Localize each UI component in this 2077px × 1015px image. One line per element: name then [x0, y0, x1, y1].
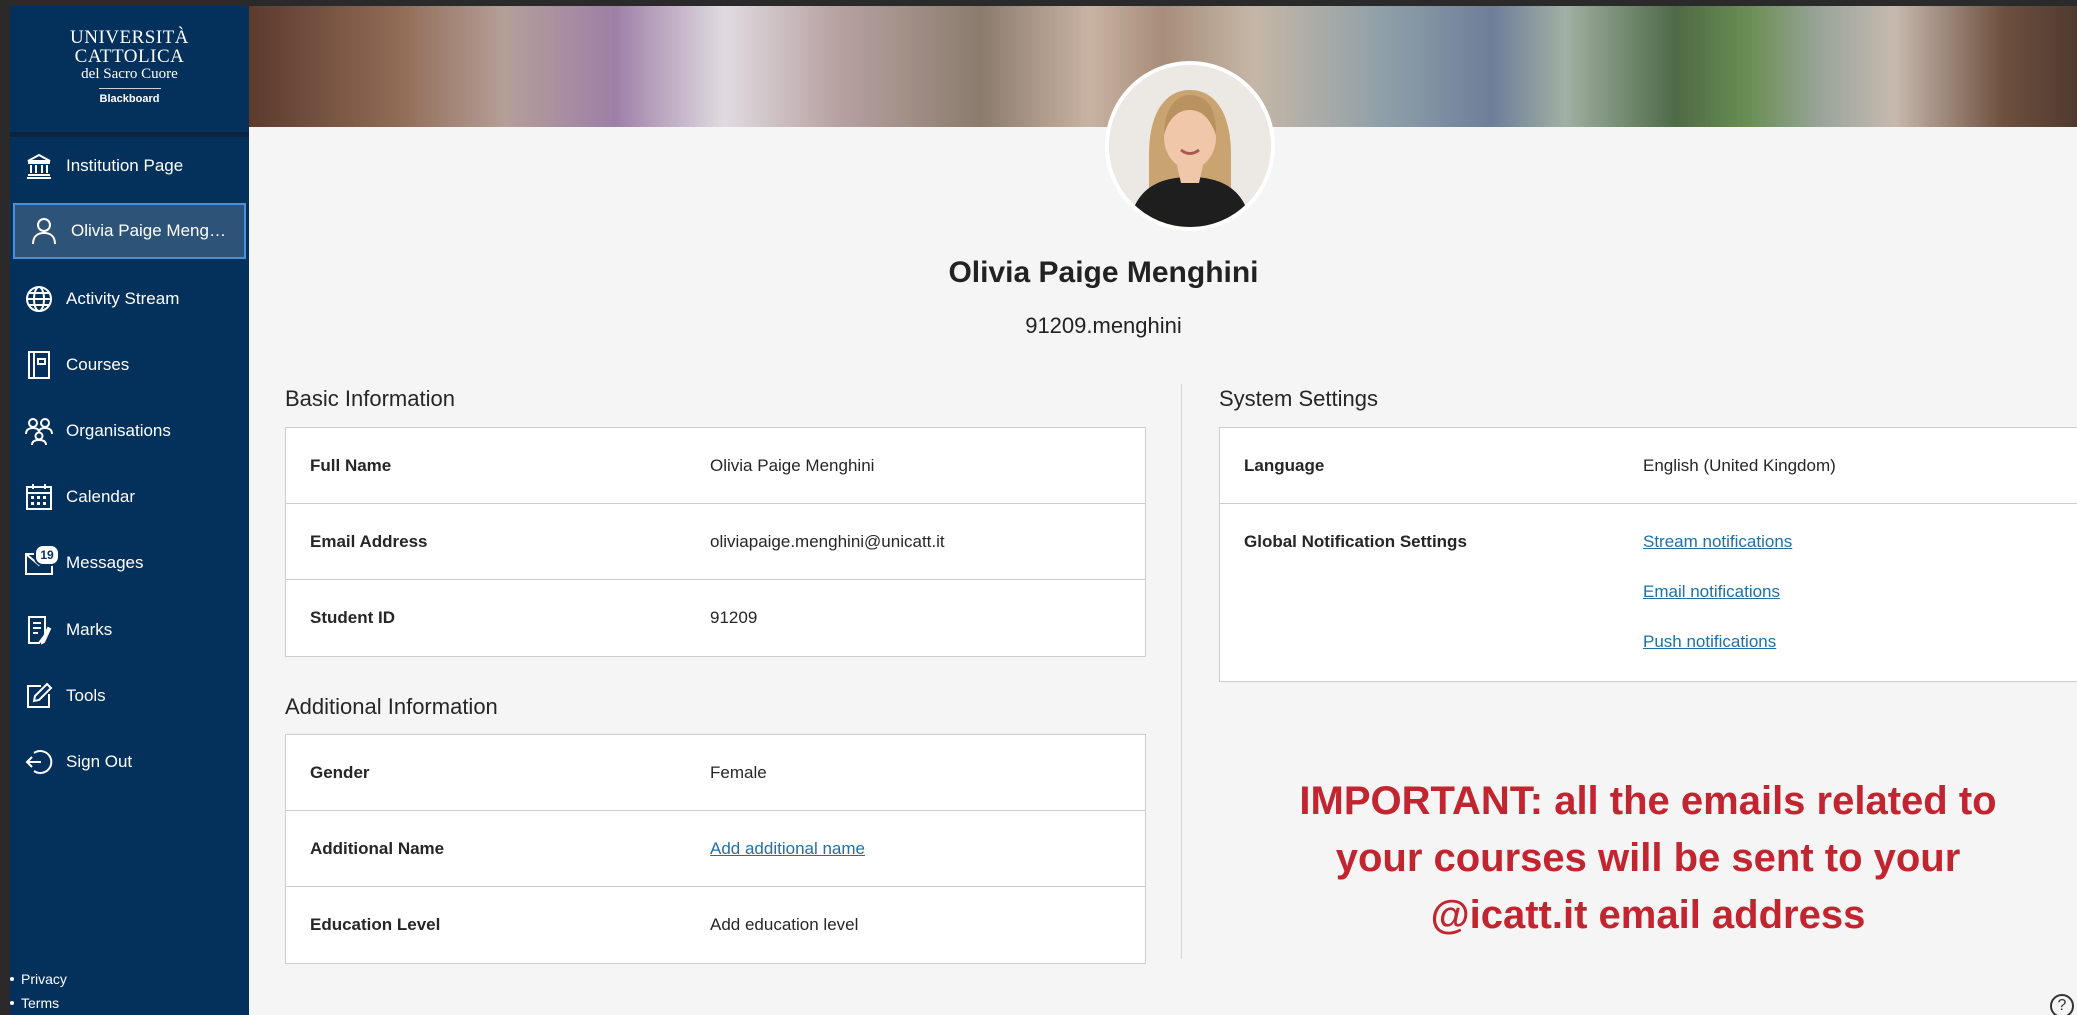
envelope-icon: 19	[22, 544, 60, 580]
language-value: English (United Kingdom)	[1643, 456, 1836, 475]
sidebar-item-marks[interactable]: Marks	[10, 605, 249, 655]
sidebar: UNIVERSITÀ CATTOLICA del Sacro Cuore Bla…	[10, 6, 249, 1015]
courses-icon	[22, 348, 56, 382]
email-value: oliviapaige.menghini@unicatt.it	[710, 532, 945, 551]
unread-count-badge: 19	[34, 544, 60, 566]
sidebar-item-label: Sign Out	[66, 752, 133, 771]
sign-out-icon	[22, 745, 56, 779]
sidebar-item-sign-out[interactable]: Sign Out	[10, 737, 249, 787]
system-settings-heading: System Settings	[1219, 386, 1378, 411]
add-additional-name-link[interactable]: Add additional name	[710, 839, 865, 859]
additional-information-heading: Additional Information	[285, 694, 498, 719]
profile-full-name: Olivia Paige Menghini	[948, 256, 1259, 289]
notice-line-3: @icatt.it email address	[1430, 893, 1866, 937]
sidebar-item-calendar[interactable]: Calendar	[10, 472, 249, 522]
terms-link[interactable]: Terms	[10, 991, 67, 1015]
bullet	[10, 977, 14, 981]
gender-value: Female	[710, 763, 767, 782]
full-name-row: Full Name Olivia Paige Menghini	[286, 428, 1145, 504]
system-settings-card: Language English (United Kingdom) Global…	[1219, 427, 2077, 682]
sidebar-item-label: Calendar	[66, 487, 135, 506]
additional-information-card: Gender Female Additional Name Add additi…	[285, 734, 1146, 964]
logo-line-1: UNIVERSITÀ	[70, 27, 189, 48]
email-label: Email Address	[310, 532, 428, 551]
stream-notifications-link[interactable]: Stream notifications	[1643, 532, 1792, 552]
global-notification-settings-label: Global Notification Settings	[1244, 532, 1467, 551]
student-id-label: Student ID	[310, 608, 395, 627]
university-logo[interactable]: UNIVERSITÀ CATTOLICA del Sacro Cuore Bla…	[10, 6, 249, 137]
sidebar-item-profile[interactable]: Olivia Paige Mengh...	[13, 203, 246, 259]
user-icon	[27, 214, 61, 248]
marks-icon	[22, 613, 56, 647]
column-divider	[1181, 384, 1182, 959]
student-id-row: Student ID 91209	[286, 580, 1145, 656]
logo-line-3: del Sacro Cuore	[81, 66, 178, 82]
full-name-value: Olivia Paige Menghini	[710, 456, 875, 475]
sidebar-item-label: Marks	[66, 620, 113, 639]
sidebar-item-label: Activity Stream	[66, 289, 180, 308]
additional-name-label: Additional Name	[310, 839, 445, 858]
help-icon[interactable]: ?	[2050, 994, 2074, 1015]
education-level-label: Education Level	[310, 915, 441, 934]
gender-label: Gender	[310, 763, 370, 782]
notifications-row: Global Notification Settings Stream noti…	[1220, 504, 2077, 681]
terms-link-label: Terms	[21, 995, 60, 1011]
sidebar-item-label: Tools	[66, 686, 106, 705]
sidebar-item-activity-stream[interactable]: Activity Stream	[10, 274, 249, 324]
additional-name-row: Additional Name Add additional name	[286, 811, 1145, 887]
language-label: Language	[1244, 456, 1325, 475]
bullet	[10, 1001, 14, 1005]
email-row: Email Address oliviapaige.menghini@unica…	[286, 504, 1145, 580]
important-email-notice: IMPORTANT: all the emails related to you…	[1228, 773, 2068, 944]
education-level-value[interactable]: Add education level	[710, 915, 858, 935]
calendar-icon	[22, 480, 56, 514]
education-level-row: Education Level Add education level	[286, 887, 1145, 963]
sidebar-item-label: Institution Page	[66, 156, 184, 175]
gender-row: Gender Female	[286, 735, 1145, 811]
sidebar-item-tools[interactable]: Tools	[10, 671, 249, 721]
app-window: UNIVERSITÀ CATTOLICA del Sacro Cuore Bla…	[10, 6, 2077, 1015]
logo-blackboard: Blackboard	[99, 93, 160, 105]
globe-icon	[22, 282, 56, 316]
profile-avatar[interactable]	[1105, 61, 1275, 231]
sidebar-item-courses[interactable]: Courses	[10, 340, 249, 390]
full-name-label: Full Name	[310, 456, 392, 475]
push-notifications-link[interactable]: Push notifications	[1643, 632, 1776, 652]
logo-line-2: CATTOLICA	[74, 46, 185, 67]
privacy-link-label: Privacy	[21, 971, 67, 987]
basic-information-heading: Basic Information	[285, 386, 455, 411]
sidebar-item-organisations[interactable]: Organisations	[10, 406, 249, 456]
profile-username: 91209.menghini	[1025, 313, 1182, 338]
language-row: Language English (United Kingdom)	[1220, 428, 2077, 504]
institution-icon	[22, 149, 56, 183]
basic-information-card: Full Name Olivia Paige Menghini Email Ad…	[285, 427, 1146, 657]
footer-links: Privacy Terms	[10, 967, 67, 1015]
sidebar-item-label: Courses	[66, 355, 130, 374]
logo-divider	[98, 88, 161, 89]
privacy-link[interactable]: Privacy	[10, 967, 67, 991]
tools-icon	[22, 679, 56, 713]
notice-line-2: your courses will be sent to your	[1335, 836, 1961, 880]
sidebar-item-messages[interactable]: 19 Messages	[10, 538, 249, 588]
sidebar-item-label: Organisations	[66, 421, 171, 440]
sidebar-item-label: Olivia Paige Mengh...	[71, 221, 231, 240]
sidebar-item-institution-page[interactable]: Institution Page	[10, 141, 249, 191]
organisations-icon	[22, 414, 56, 448]
student-id-value: 91209	[710, 608, 758, 627]
sidebar-item-label: Messages	[66, 553, 144, 572]
email-notifications-link[interactable]: Email notifications	[1643, 582, 1780, 602]
notice-line-1: IMPORTANT: all the emails related to	[1299, 779, 1997, 823]
